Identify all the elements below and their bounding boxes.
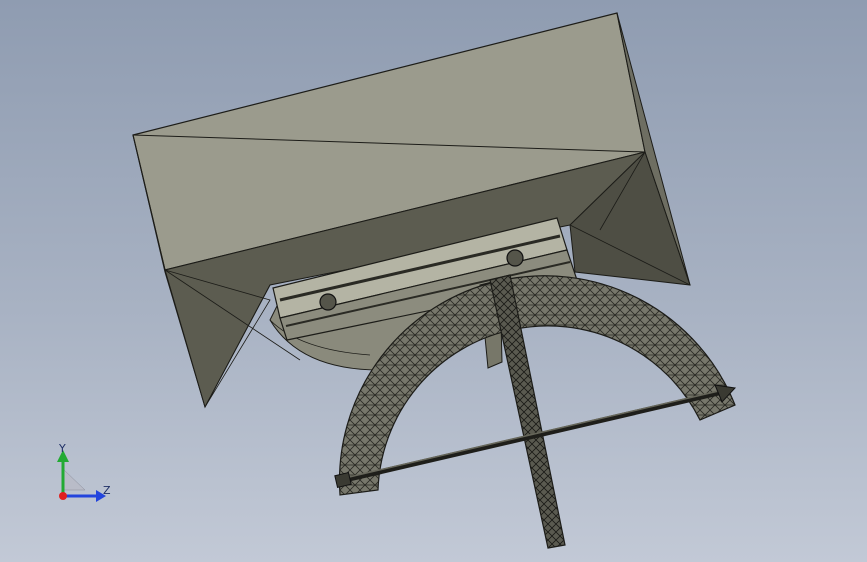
bolt-head [506,249,524,267]
axis-triad-graphic [57,450,106,502]
coordinate-triad[interactable]: Y Z [40,432,130,522]
3d-model-render[interactable] [0,0,867,562]
bolt-head [319,293,337,311]
z-axis-label: Z [103,484,111,497]
x-axis-dot [59,492,67,500]
y-axis-label: Y [59,442,66,455]
rod-end [334,471,352,489]
cad-graphics-viewport[interactable]: Y Z [0,0,867,562]
